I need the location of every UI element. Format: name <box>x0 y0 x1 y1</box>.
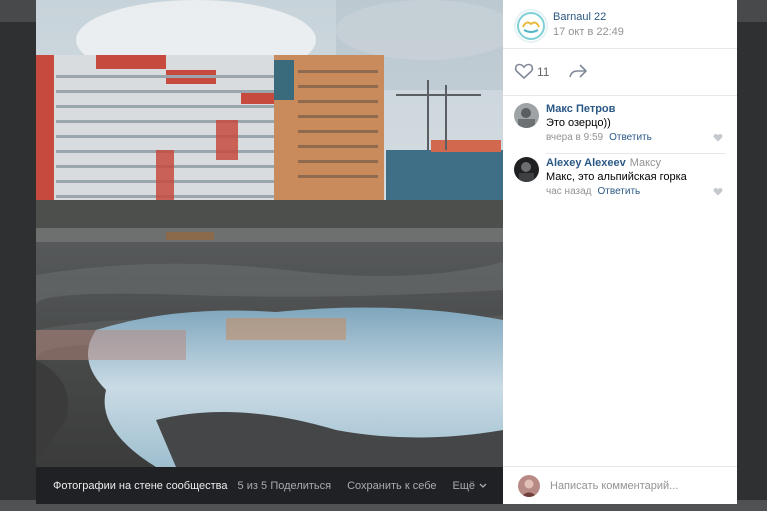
post-side-panel: Barnaul 22 17 окт в 22:49 11 Макс Петров <box>503 0 737 504</box>
comment-input[interactable] <box>550 477 725 495</box>
comment-time[interactable]: час назад <box>546 186 592 197</box>
reply-button[interactable]: Ответить <box>609 132 652 143</box>
post-timestamp[interactable]: 17 окт в 22:49 <box>553 26 624 38</box>
more-button[interactable]: Ещё <box>452 480 487 492</box>
comment-text: Макс, это альпийская горка <box>546 171 687 183</box>
comment-author[interactable]: Alexey Alexeev Максу <box>546 157 661 169</box>
save-to-my-photos-button[interactable]: Сохранить к себе <box>347 480 436 492</box>
commenter-avatar[interactable] <box>514 103 539 128</box>
comment-meta: час назад Ответить <box>546 186 640 197</box>
current-user-avatar <box>518 475 540 497</box>
photo-counter: 5 из 5 <box>237 479 268 492</box>
chevron-down-icon <box>479 483 487 488</box>
avatar-photo <box>514 103 539 128</box>
photo-footer-bar: Фотографии на стене сообщества 5 из 5 По… <box>36 467 503 504</box>
comment-meta: вчера в 9:59 Ответить <box>546 132 652 143</box>
post-header: Barnaul 22 17 окт в 22:49 <box>503 0 737 49</box>
comment-heart-icon[interactable] <box>713 187 723 196</box>
share-arrow-icon[interactable] <box>568 62 588 80</box>
comment-author-name[interactable]: Alexey Alexeev <box>546 157 626 169</box>
photo-illustration <box>36 0 503 467</box>
group-name-link[interactable]: Barnaul 22 <box>553 11 606 23</box>
comment-reply-to[interactable]: Максу <box>630 157 661 169</box>
album-title[interactable]: Фотографии на стене сообщества <box>53 480 228 492</box>
comment-heart-icon[interactable] <box>713 133 723 142</box>
group-logo-icon <box>517 12 545 40</box>
post-actions: 11 <box>503 49 737 96</box>
photo-viewer: Фотографии на стене сообщества 5 из 5 По… <box>36 0 737 504</box>
likes-count: 11 <box>537 65 550 79</box>
comment-author-name[interactable]: Макс Петров <box>546 103 615 115</box>
comment-text: Это озерцо)) <box>546 117 611 129</box>
comment-author[interactable]: Макс Петров <box>546 103 615 115</box>
photo-image[interactable] <box>36 0 503 467</box>
avatar-photo <box>518 475 540 497</box>
comment-divider <box>546 153 726 154</box>
more-label: Ещё <box>452 479 475 492</box>
comment-time[interactable]: вчера в 9:59 <box>546 132 603 143</box>
share-button[interactable]: Поделиться <box>270 480 331 492</box>
group-avatar[interactable] <box>514 9 548 43</box>
comment-composer <box>503 466 737 505</box>
commenter-avatar[interactable] <box>514 157 539 182</box>
heart-icon[interactable] <box>514 62 534 80</box>
avatar-photo <box>514 157 539 182</box>
reply-button[interactable]: Ответить <box>598 186 641 197</box>
